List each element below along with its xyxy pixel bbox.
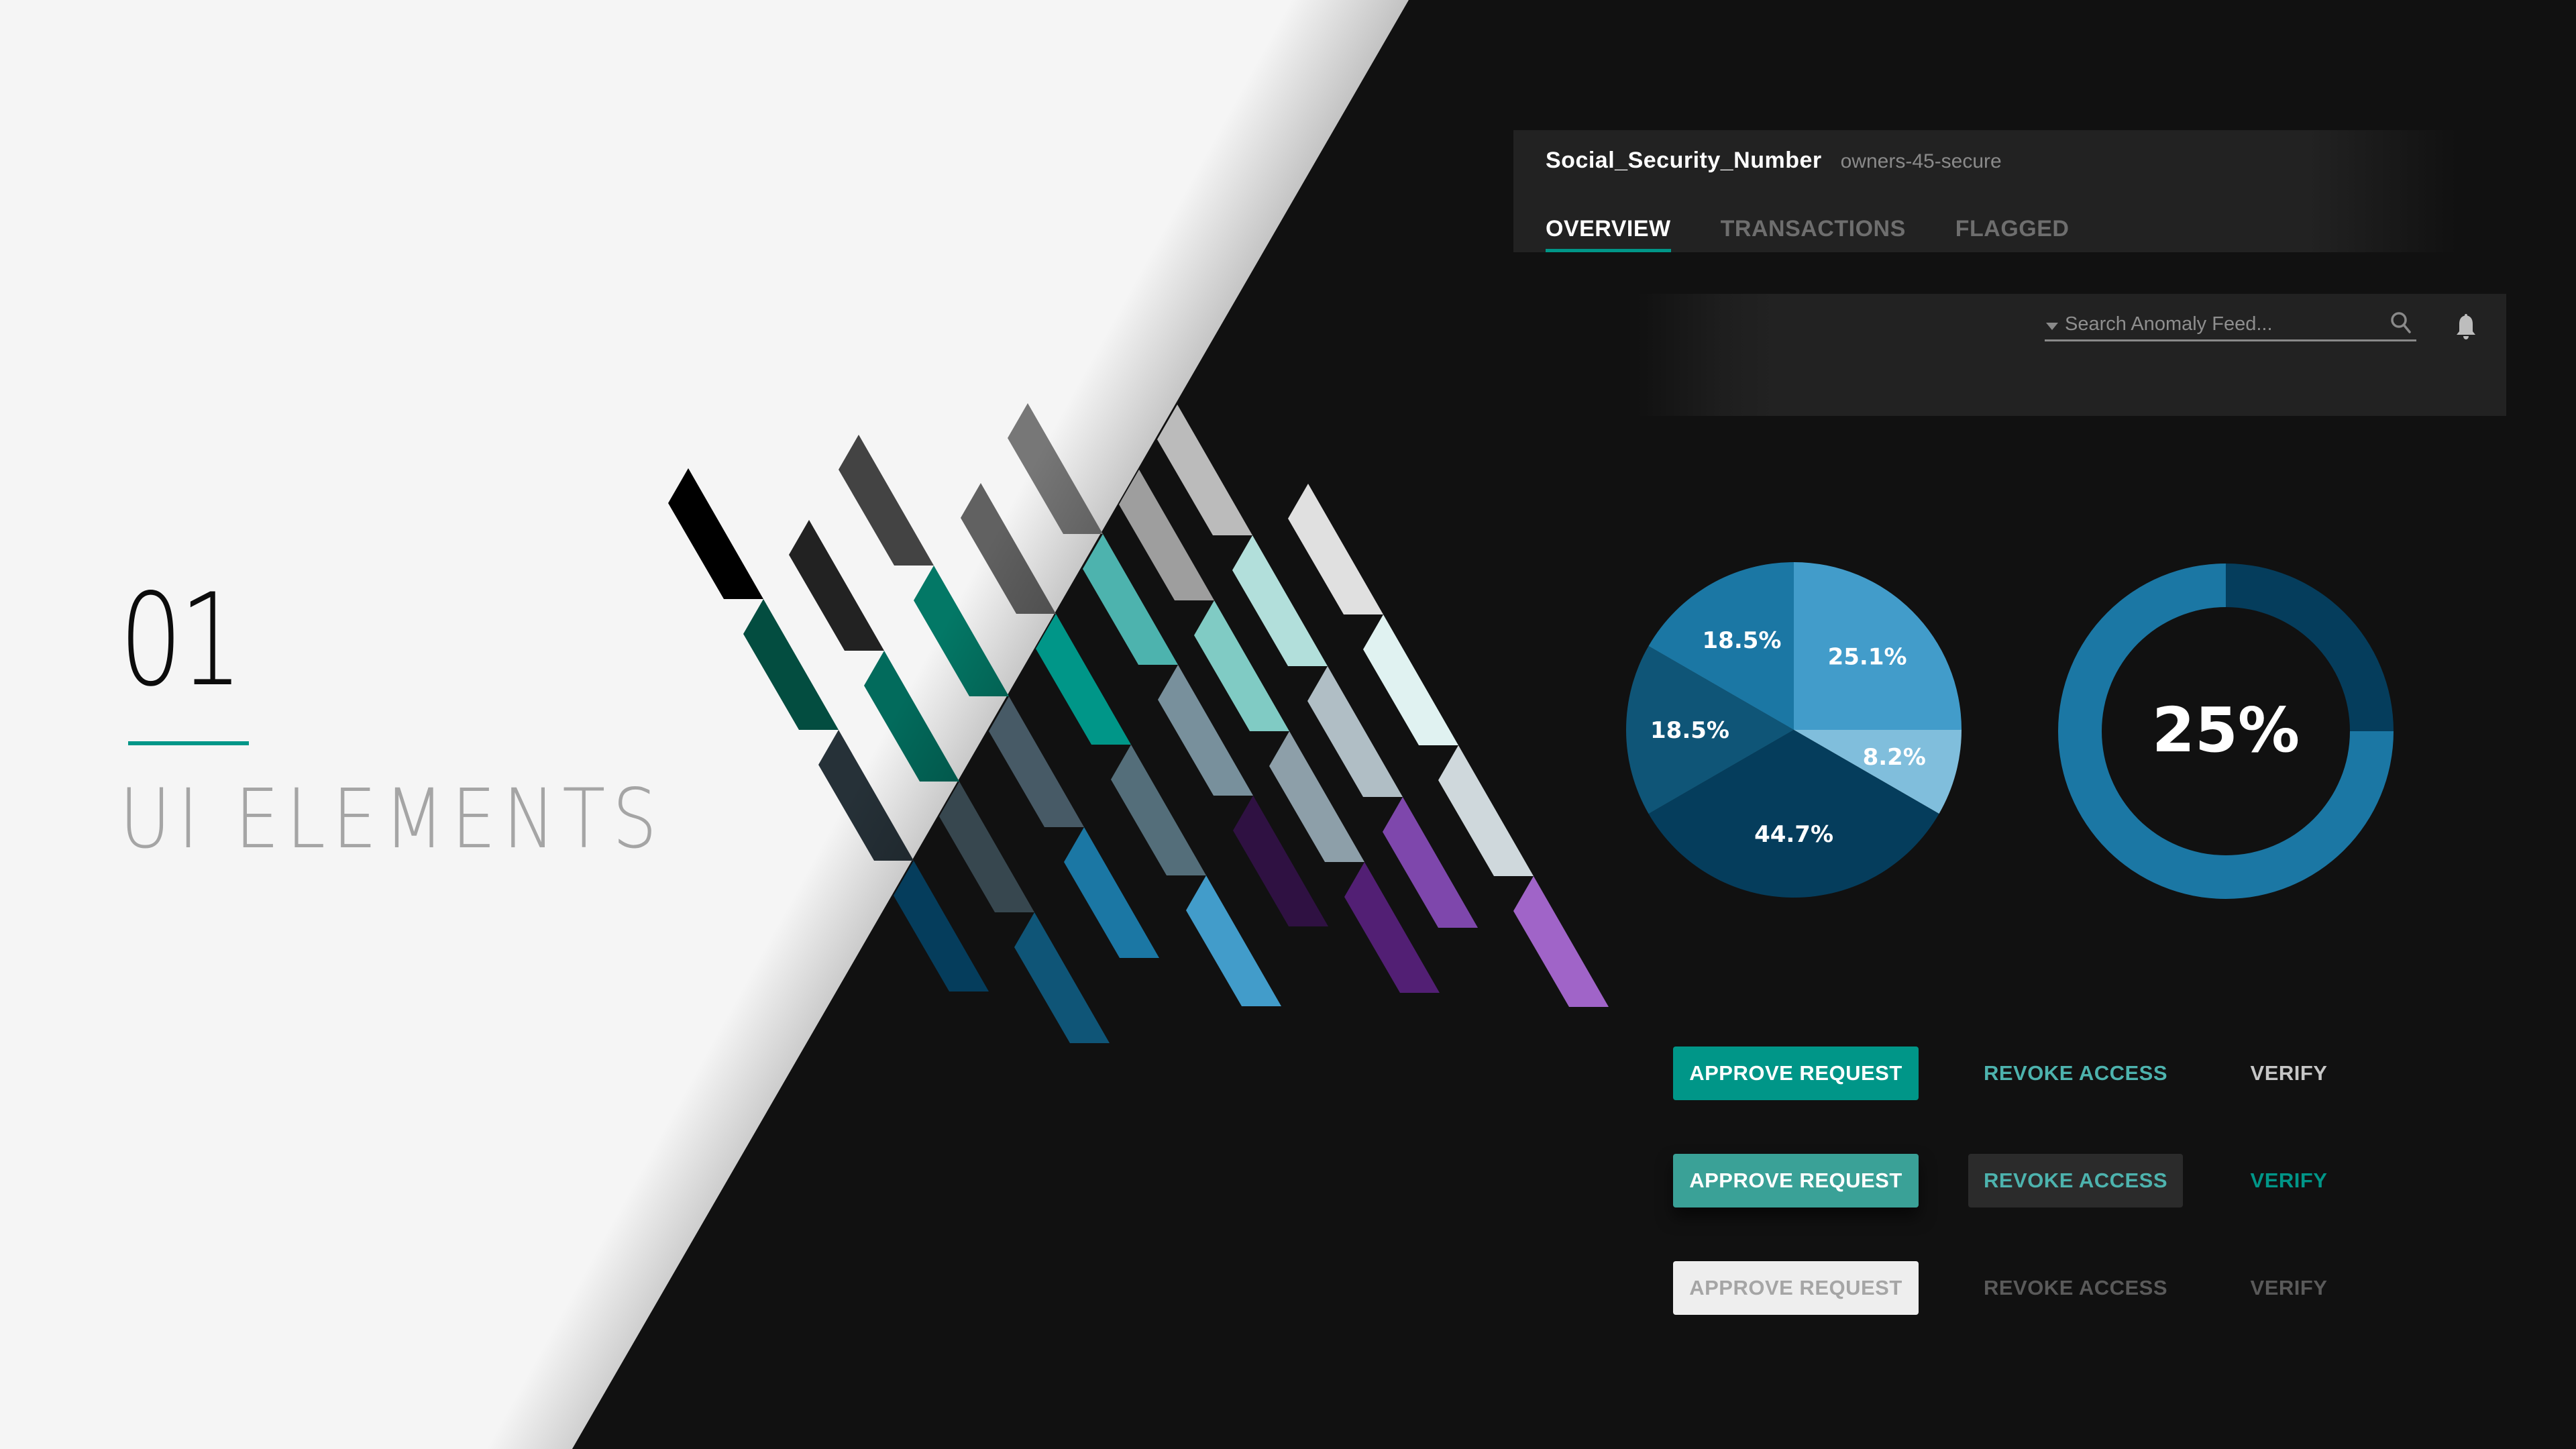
search-field[interactable] (2045, 309, 2416, 341)
section-divider (128, 741, 249, 745)
verify-button-disabled[interactable]: VERIFY (2245, 1261, 2332, 1315)
revoke-access-button[interactable]: REVOKE ACCESS (1968, 1046, 2183, 1100)
tab-flagged[interactable]: FLAGGED (1955, 216, 2070, 252)
search-panel (1637, 294, 2506, 416)
page-subtitle: owners-45-secure (1840, 150, 2002, 172)
approve-request-button[interactable]: APPROVE REQUEST (1673, 1046, 1919, 1100)
tab-overview[interactable]: OVERVIEW (1546, 216, 1671, 252)
slide: 01 UI ELEMENTS Social_Security_Number ow… (0, 0, 2576, 1449)
approve-request-button-disabled[interactable]: APPROVE REQUEST (1673, 1261, 1919, 1315)
section-title: UI ELEMENTS (119, 771, 664, 867)
revoke-access-button-hover[interactable]: REVOKE ACCESS (1968, 1154, 2183, 1208)
search-icon[interactable] (2388, 310, 2415, 337)
dropdown-caret-icon[interactable] (2046, 322, 2058, 330)
tab-bar: OVERVIEW TRANSACTIONS FLAGGED (1546, 216, 2069, 252)
verify-button[interactable]: VERIFY (2245, 1046, 2332, 1100)
revoke-access-button-disabled[interactable]: REVOKE ACCESS (1968, 1261, 2183, 1315)
verify-button-hover[interactable]: VERIFY (2245, 1154, 2332, 1208)
bell-icon[interactable] (2454, 313, 2478, 341)
tab-transactions[interactable]: TRANSACTIONS (1721, 216, 1906, 252)
header-title-row: Social_Security_Number owners-45-secure (1546, 148, 2002, 174)
header-panel: Social_Security_Number owners-45-secure … (1513, 130, 2506, 252)
page-title: Social_Security_Number (1546, 148, 1822, 173)
section-number: 01 (119, 566, 243, 714)
approve-request-button-hover[interactable]: APPROVE REQUEST (1673, 1154, 1919, 1208)
search-input[interactable] (2065, 313, 2360, 335)
